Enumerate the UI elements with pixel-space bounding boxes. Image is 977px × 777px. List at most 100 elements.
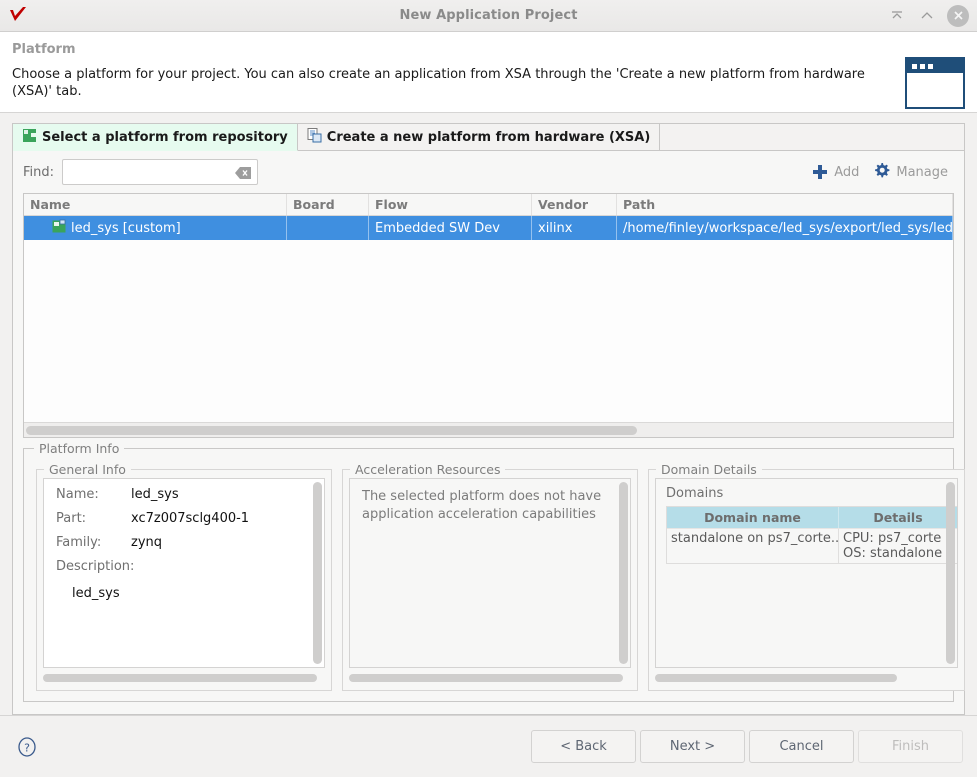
field-value: led_sys — [131, 487, 179, 502]
scrollbar-thumb[interactable] — [349, 673, 623, 682]
wizard-header: Platform Choose a platform for your proj… — [0, 32, 977, 114]
general-info-panel: Name: led_sys Part: xc7z007sclg400-1 Fam… — [43, 478, 325, 668]
clear-backspace-icon[interactable] — [235, 165, 252, 180]
cell-vendor: xilinx — [532, 216, 617, 241]
cell-board — [287, 216, 369, 241]
column-header-board[interactable]: Board — [287, 194, 369, 216]
tab-label: Select a platform from repository — [42, 129, 288, 145]
find-input-wrapper[interactable] — [62, 159, 259, 186]
scrollbar-thumb[interactable] — [619, 482, 628, 664]
general-info-horizontal-scrollbar[interactable] — [43, 671, 325, 684]
description-value: led_sys — [72, 586, 120, 601]
scrollbar-thumb[interactable] — [313, 482, 322, 664]
repository-actions: Add Manage — [808, 160, 952, 185]
domain-details-cpu: CPU: ps7_corte — [843, 531, 942, 546]
domains-table: Domain name Details standalone on ps7_co… — [666, 506, 957, 564]
general-info-legend: General Info — [44, 462, 131, 477]
domain-column-header-details[interactable]: Details — [839, 507, 957, 528]
manage-button[interactable]: Manage — [869, 160, 952, 185]
column-header-flow[interactable]: Flow — [369, 194, 532, 216]
acceleration-message: The selected platform does not have appl… — [362, 489, 602, 522]
domain-details-legend: Domain Details — [656, 462, 762, 477]
help-question-icon[interactable]: ? — [16, 736, 38, 758]
plus-icon — [812, 164, 828, 180]
platform-tab-folder: Select a platform from repository Create… — [12, 123, 965, 715]
close-icon[interactable] — [947, 4, 969, 27]
platform-table: Name Board Flow Vendor Path led_sys [cus… — [23, 193, 954, 438]
page-description: Choose a platform for your project. You … — [12, 67, 865, 100]
domain-column-header-name[interactable]: Domain name — [667, 507, 839, 528]
tab-strip: Select a platform from repository Create… — [13, 124, 964, 152]
search-input[interactable] — [63, 160, 258, 185]
cell-name: led_sys [custom] — [24, 216, 287, 241]
tab-content-repository: Find: Add Manage Name Board Flow Vendor … — [13, 151, 965, 714]
chevron-up-icon[interactable] — [917, 6, 937, 26]
svg-text:?: ? — [24, 741, 30, 754]
dialog-content: Select a platform from repository Create… — [0, 113, 977, 715]
cancel-button[interactable]: Cancel — [749, 730, 854, 763]
general-info-row-family: Family: zynq — [56, 535, 314, 550]
field-value: xc7z007sclg400-1 — [131, 511, 250, 526]
xsa-document-icon — [307, 127, 322, 147]
general-info-row-part: Part: xc7z007sclg400-1 — [56, 511, 314, 526]
domain-cell-name: standalone on ps7_corte... — [667, 529, 839, 563]
domain-details-group: Domain Details Domains Domain name Detai… — [648, 462, 965, 691]
domains-table-row[interactable]: standalone on ps7_corte... CPU: ps7_cort… — [667, 528, 957, 563]
table-header-row: Name Board Flow Vendor Path — [24, 194, 953, 217]
field-value: zynq — [131, 535, 163, 550]
cell-name-label: led_sys [custom] — [71, 220, 181, 236]
footer-buttons: < Back Next > Cancel Finish — [531, 730, 963, 763]
domain-details-vertical-scrollbar[interactable] — [946, 482, 955, 664]
tab-select-platform-from-repository[interactable]: Select a platform from repository — [13, 124, 298, 152]
scrollbar-thumb[interactable] — [43, 673, 317, 682]
table-body: led_sys [custom] Embedded SW Dev xilinx … — [24, 216, 953, 422]
collapse-icon[interactable] — [887, 6, 907, 26]
general-info-row-name: Name: led_sys — [56, 487, 314, 502]
find-bar: Find: Add Manage — [13, 151, 964, 193]
tab-create-new-platform-from-hardware[interactable]: Create a new platform from hardware (XSA… — [297, 124, 661, 151]
acceleration-resources-group: Acceleration Resources The selected plat… — [342, 462, 638, 691]
general-info-vertical-scrollbar[interactable] — [313, 482, 322, 664]
table-row[interactable]: led_sys [custom] Embedded SW Dev xilinx … — [24, 216, 953, 241]
field-label: Description: — [56, 559, 135, 574]
column-header-vendor[interactable]: Vendor — [532, 194, 617, 216]
acceleration-horizontal-scrollbar[interactable] — [349, 671, 631, 684]
table-horizontal-scrollbar[interactable] — [24, 422, 953, 437]
window-title: New Application Project — [399, 8, 578, 23]
cell-path: /home/finley/workspace/led_sys/export/le… — [617, 216, 953, 241]
new-application-project-dialog: New Application Project Platform Choose … — [0, 0, 977, 777]
add-button[interactable]: Add — [808, 162, 863, 182]
platform-info-legend: Platform Info — [34, 441, 125, 456]
title-bar: New Application Project — [0, 0, 977, 32]
general-info-row-description: Description: — [56, 559, 314, 574]
scrollbar-thumb[interactable] — [946, 482, 955, 664]
tab-label: Create a new platform from hardware (XSA… — [326, 129, 651, 145]
field-label: Name: — [56, 487, 99, 502]
add-button-label: Add — [834, 164, 860, 180]
platform-project-icon — [52, 219, 67, 238]
next-button[interactable]: Next > — [640, 730, 745, 763]
vitis-checkmark-icon — [3, 1, 33, 31]
acceleration-resources-panel: The selected platform does not have appl… — [349, 478, 631, 668]
domain-details-panel: Domains Domain name Details standalone o… — [655, 478, 958, 668]
finish-button: Finish — [858, 730, 963, 763]
domains-label: Domains — [666, 486, 724, 501]
column-header-path[interactable]: Path — [617, 194, 953, 216]
domain-details-os: OS: standalone — [843, 546, 943, 561]
field-label: Family: — [56, 535, 102, 550]
cell-flow: Embedded SW Dev — [369, 216, 532, 241]
scrollbar-thumb[interactable] — [655, 673, 898, 682]
back-button[interactable]: < Back — [531, 730, 636, 763]
wizard-banner-icon — [905, 57, 965, 109]
domain-details-horizontal-scrollbar[interactable] — [655, 671, 958, 684]
general-info-group: General Info Name: led_sys Part: xc7z007… — [36, 462, 332, 691]
tab-strip-filler — [660, 124, 964, 151]
acceleration-vertical-scrollbar[interactable] — [619, 482, 628, 664]
acceleration-resources-legend: Acceleration Resources — [350, 462, 506, 477]
gear-icon — [873, 162, 890, 183]
scrollbar-thumb[interactable] — [26, 426, 637, 435]
column-header-name[interactable]: Name — [24, 194, 287, 216]
dialog-footer: ? < Back Next > Cancel Finish — [0, 715, 977, 777]
field-label: Part: — [56, 511, 87, 526]
domains-table-header: Domain name Details — [667, 507, 957, 528]
